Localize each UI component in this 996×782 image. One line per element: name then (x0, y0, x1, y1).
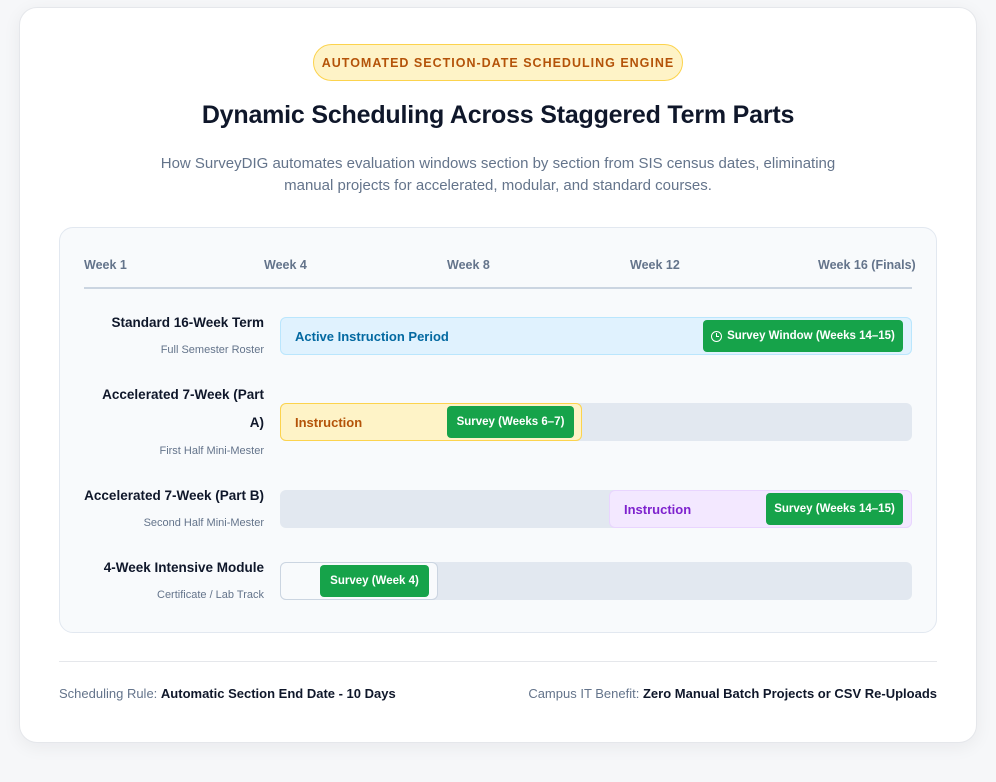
footer-rule: Scheduling Rule: Automatic Section End D… (59, 686, 396, 701)
intensive-survey-window: Survey (Week 4) (320, 565, 429, 597)
axis-label-week-16: Week 16 (Finals) (818, 258, 916, 272)
row-intensive-name: 4-Week Intensive Module (103, 560, 264, 575)
standard-instruction-label: Active Instruction Period (295, 328, 449, 344)
row-part-b-name: Accelerated 7-Week (Part B) (84, 488, 264, 503)
axis-label-week-12: Week 12 (630, 258, 680, 272)
footer-rule-value: Automatic Section End Date - 10 Days (160, 686, 396, 701)
axis-line (84, 287, 912, 289)
header-badge: AUTOMATED SECTION-DATE SCHEDULING ENGINE (313, 44, 683, 81)
part-a-survey-window: Survey (Weeks 6–7) (447, 406, 574, 438)
row-part-a-sub: First Half Mini-Mester (159, 445, 264, 457)
footer-benefit-label: Campus IT Benefit: (528, 686, 640, 701)
footer-divider (59, 661, 937, 662)
row-intensive-sub: Certificate / Lab Track (157, 589, 264, 601)
row-standard-sub: Full Semester Roster (160, 344, 264, 356)
part-a-survey-label: Survey (Weeks 6–7) (456, 416, 565, 428)
page-title: Dynamic Scheduling Across Staggered Term… (201, 101, 795, 129)
axis-label-week-8: Week 8 (447, 258, 490, 272)
row-part-a-name-line2: A) (249, 415, 264, 430)
standard-survey-label: Survey Window (Weeks 14–15) (727, 330, 895, 342)
axis-label-week-4: Week 4 (264, 258, 307, 272)
row-part-a-name-line1: Accelerated 7-Week (Part (102, 387, 264, 402)
row-standard-name: Standard 16-Week Term (111, 315, 264, 330)
axis-label-week-1: Week 1 (84, 258, 127, 272)
part-a-instruction-label: Instruction (295, 414, 363, 430)
part-b-instruction-label: Instruction (624, 501, 692, 517)
part-b-survey-label: Survey (Weeks 14–15) (774, 503, 895, 515)
intensive-survey-label: Survey (Week 4) (330, 575, 419, 587)
row-part-b-sub: Second Half Mini-Mester (143, 517, 264, 529)
part-b-survey-window: Survey (Weeks 14–15) (766, 493, 903, 525)
page-subtitle: How SurveyDIG automates evaluation windo… (160, 155, 836, 194)
footer-benefit-value: Zero Manual Batch Projects or CSV Re-Upl… (642, 686, 937, 701)
standard-survey-window: Survey Window (Weeks 14–15) (703, 320, 903, 352)
footer-rule-label: Scheduling Rule: (59, 686, 158, 701)
footer-benefit: Campus IT Benefit: Zero Manual Batch Pro… (528, 686, 937, 701)
clock-icon (711, 330, 723, 342)
